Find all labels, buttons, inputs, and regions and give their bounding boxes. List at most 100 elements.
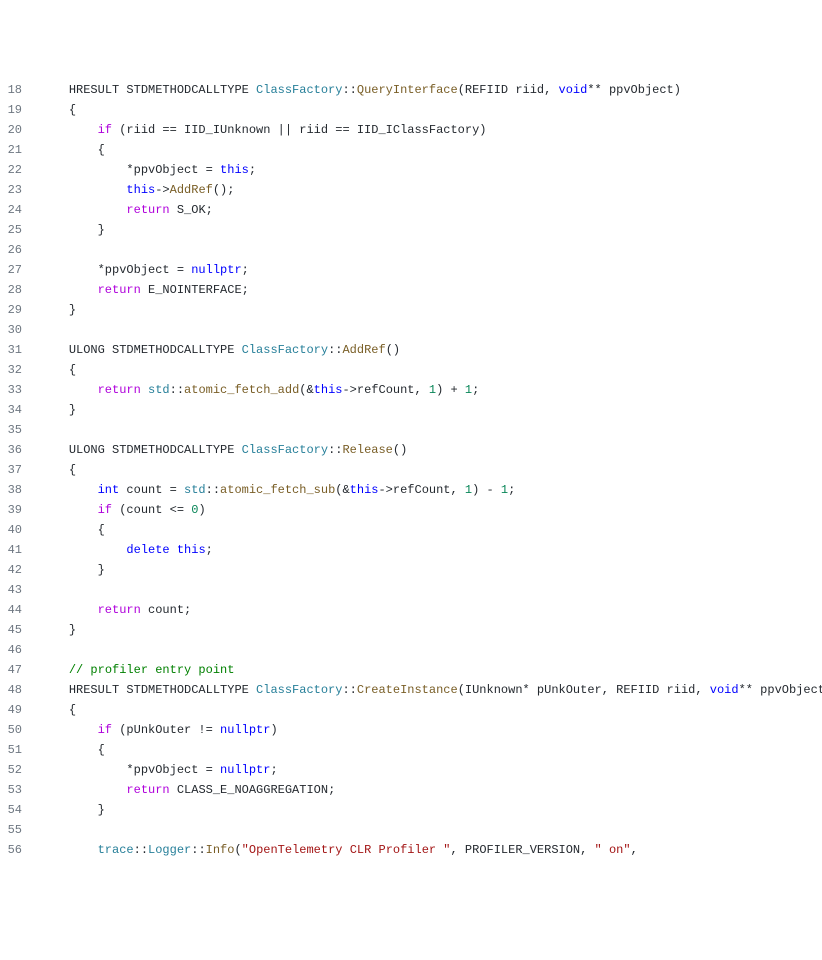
code-content[interactable]: } bbox=[40, 560, 822, 580]
code-content[interactable]: // profiler entry point bbox=[40, 660, 822, 680]
code-line[interactable]: 36 ULONG STDMETHODCALLTYPE ClassFactory:… bbox=[0, 440, 822, 460]
code-content[interactable]: } bbox=[40, 620, 822, 640]
line-number: 34 bbox=[0, 400, 40, 420]
code-line[interactable]: 25 } bbox=[0, 220, 822, 240]
code-line[interactable]: 45 } bbox=[0, 620, 822, 640]
code-line[interactable]: 52 *ppvObject = nullptr; bbox=[0, 760, 822, 780]
line-number: 31 bbox=[0, 340, 40, 360]
code-line[interactable]: 20 if (riid == IID_IUnknown || riid == I… bbox=[0, 120, 822, 140]
code-content[interactable]: } bbox=[40, 300, 822, 320]
code-line[interactable]: 33 return std::atomic_fetch_add(&this->r… bbox=[0, 380, 822, 400]
code-content[interactable]: int count = std::atomic_fetch_sub(&this-… bbox=[40, 480, 822, 500]
code-content[interactable]: return E_NOINTERFACE; bbox=[40, 280, 822, 300]
code-token: :: bbox=[328, 443, 342, 457]
code-content[interactable]: trace::Logger::Info("OpenTelemetry CLR P… bbox=[40, 840, 822, 860]
code-token: ClassFactory bbox=[256, 683, 342, 697]
code-token: void bbox=[559, 83, 588, 97]
code-editor[interactable]: 18 HRESULT STDMETHODCALLTYPE ClassFactor… bbox=[0, 80, 822, 860]
code-content[interactable]: if (pUnkOuter != nullptr) bbox=[40, 720, 822, 740]
code-line[interactable]: 43 bbox=[0, 580, 822, 600]
code-line[interactable]: 22 *ppvObject = this; bbox=[0, 160, 822, 180]
code-line[interactable]: 30 bbox=[0, 320, 822, 340]
code-content[interactable]: this->AddRef(); bbox=[40, 180, 822, 200]
code-content[interactable]: if (riid == IID_IUnknown || riid == IID_… bbox=[40, 120, 822, 140]
code-content[interactable]: return std::atomic_fetch_add(&this->refC… bbox=[40, 380, 822, 400]
code-line[interactable]: 40 { bbox=[0, 520, 822, 540]
code-line[interactable]: 29 } bbox=[0, 300, 822, 320]
code-content[interactable]: { bbox=[40, 100, 822, 120]
code-line[interactable]: 27 *ppvObject = nullptr; bbox=[0, 260, 822, 280]
code-token: ClassFactory bbox=[242, 343, 328, 357]
code-token: return bbox=[126, 203, 169, 217]
code-token: } bbox=[69, 623, 76, 637]
code-content[interactable]: { bbox=[40, 360, 822, 380]
code-token: () bbox=[393, 443, 407, 457]
code-content[interactable]: HRESULT STDMETHODCALLTYPE ClassFactory::… bbox=[40, 680, 822, 700]
code-token: } bbox=[98, 803, 105, 817]
code-content[interactable]: { bbox=[40, 700, 822, 720]
code-content[interactable]: { bbox=[40, 520, 822, 540]
code-content[interactable]: if (count <= 0) bbox=[40, 500, 822, 520]
code-line[interactable]: 38 int count = std::atomic_fetch_sub(&th… bbox=[0, 480, 822, 500]
line-number: 24 bbox=[0, 200, 40, 220]
code-line[interactable]: 35 bbox=[0, 420, 822, 440]
code-token: ** ppvObject) bbox=[739, 683, 822, 697]
code-token: , PROFILER_VERSION, bbox=[451, 843, 595, 857]
code-content[interactable]: } bbox=[40, 220, 822, 240]
code-content[interactable]: *ppvObject = nullptr; bbox=[40, 760, 822, 780]
code-line[interactable]: 47 // profiler entry point bbox=[0, 660, 822, 680]
code-line[interactable]: 49 { bbox=[0, 700, 822, 720]
line-number: 44 bbox=[0, 600, 40, 620]
code-content[interactable]: { bbox=[40, 140, 822, 160]
code-line[interactable]: 48 HRESULT STDMETHODCALLTYPE ClassFactor… bbox=[0, 680, 822, 700]
code-token: (& bbox=[299, 383, 313, 397]
code-line[interactable]: 51 { bbox=[0, 740, 822, 760]
code-line[interactable]: 44 return count; bbox=[0, 600, 822, 620]
code-line[interactable]: 37 { bbox=[0, 460, 822, 480]
code-content[interactable]: { bbox=[40, 460, 822, 480]
code-content[interactable]: return count; bbox=[40, 600, 822, 620]
code-content[interactable]: delete this; bbox=[40, 540, 822, 560]
code-token: } bbox=[98, 223, 105, 237]
code-line[interactable]: 53 return CLASS_E_NOAGGREGATION; bbox=[0, 780, 822, 800]
code-line[interactable]: 21 { bbox=[0, 140, 822, 160]
code-line[interactable]: 41 delete this; bbox=[0, 540, 822, 560]
code-content[interactable]: HRESULT STDMETHODCALLTYPE ClassFactory::… bbox=[40, 80, 822, 100]
code-line[interactable]: 24 return S_OK; bbox=[0, 200, 822, 220]
code-token: ** ppvObject) bbox=[587, 83, 681, 97]
code-content[interactable]: *ppvObject = nullptr; bbox=[40, 260, 822, 280]
code-line[interactable]: 34 } bbox=[0, 400, 822, 420]
code-line[interactable]: 23 this->AddRef(); bbox=[0, 180, 822, 200]
code-line[interactable]: 54 } bbox=[0, 800, 822, 820]
code-content[interactable]: ULONG STDMETHODCALLTYPE ClassFactory::Re… bbox=[40, 440, 822, 460]
code-line[interactable]: 39 if (count <= 0) bbox=[0, 500, 822, 520]
code-line[interactable]: 32 { bbox=[0, 360, 822, 380]
code-token bbox=[170, 543, 177, 557]
code-line[interactable]: 56 trace::Logger::Info("OpenTelemetry CL… bbox=[0, 840, 822, 860]
code-line[interactable]: 46 bbox=[0, 640, 822, 660]
code-line[interactable]: 42 } bbox=[0, 560, 822, 580]
code-token: AddRef bbox=[342, 343, 385, 357]
code-content[interactable]: return CLASS_E_NOAGGREGATION; bbox=[40, 780, 822, 800]
code-token: ClassFactory bbox=[242, 443, 328, 457]
code-token: ; bbox=[242, 263, 249, 277]
line-number: 37 bbox=[0, 460, 40, 480]
code-content[interactable]: return S_OK; bbox=[40, 200, 822, 220]
code-token: return bbox=[126, 783, 169, 797]
code-content[interactable]: } bbox=[40, 800, 822, 820]
line-number: 55 bbox=[0, 820, 40, 840]
code-line[interactable]: 31 ULONG STDMETHODCALLTYPE ClassFactory:… bbox=[0, 340, 822, 360]
code-content[interactable]: } bbox=[40, 400, 822, 420]
line-number: 32 bbox=[0, 360, 40, 380]
code-content[interactable]: ULONG STDMETHODCALLTYPE ClassFactory::Ad… bbox=[40, 340, 822, 360]
code-line[interactable]: 19 { bbox=[0, 100, 822, 120]
code-line[interactable]: 55 bbox=[0, 820, 822, 840]
code-token: :: bbox=[206, 483, 220, 497]
code-line[interactable]: 28 return E_NOINTERFACE; bbox=[0, 280, 822, 300]
code-content[interactable]: *ppvObject = this; bbox=[40, 160, 822, 180]
code-line[interactable]: 50 if (pUnkOuter != nullptr) bbox=[0, 720, 822, 740]
code-content[interactable]: { bbox=[40, 740, 822, 760]
code-token: ) + bbox=[436, 383, 465, 397]
code-line[interactable]: 18 HRESULT STDMETHODCALLTYPE ClassFactor… bbox=[0, 80, 822, 100]
code-line[interactable]: 26 bbox=[0, 240, 822, 260]
